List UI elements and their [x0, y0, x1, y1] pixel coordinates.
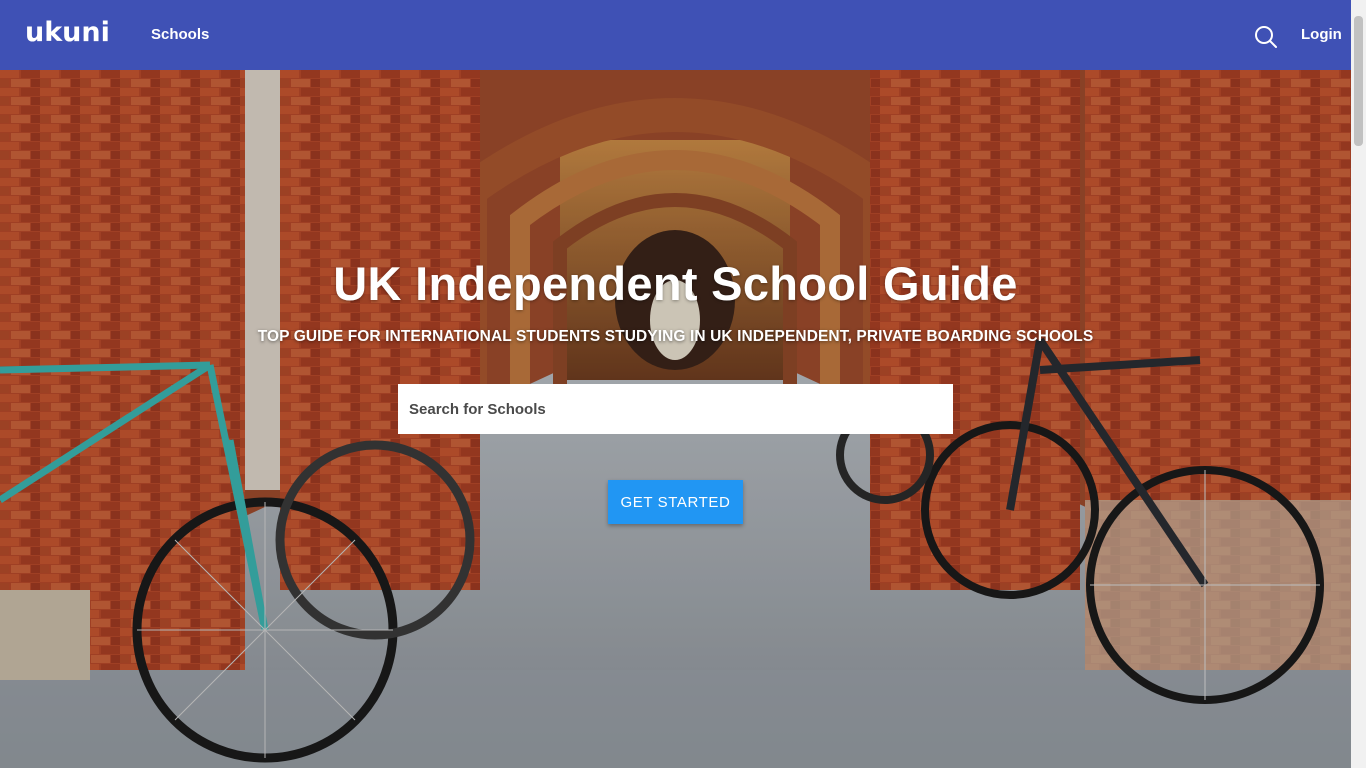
- search-icon[interactable]: [1254, 25, 1278, 49]
- hero-title: UK Independent School Guide: [333, 257, 1018, 310]
- school-search-input[interactable]: [398, 384, 953, 434]
- top-navbar: ukuni Schools Login: [0, 0, 1351, 70]
- login-link[interactable]: Login: [1301, 26, 1342, 43]
- nav-link-schools[interactable]: Schools: [151, 26, 209, 43]
- page-scrollbar[interactable]: [1351, 0, 1366, 768]
- logo[interactable]: ukuni: [25, 16, 110, 48]
- logo-text: ukuni: [25, 17, 110, 48]
- hero-section: UK Independent School Guide TOP GUIDE FO…: [0, 70, 1351, 768]
- hero-content: UK Independent School Guide TOP GUIDE FO…: [0, 70, 1351, 768]
- page: ukuni Schools Login UK Independent Schoo…: [0, 0, 1366, 768]
- scrollbar-thumb[interactable]: [1354, 16, 1363, 146]
- hero-subtitle: TOP GUIDE FOR INTERNATIONAL STUDENTS STU…: [257, 328, 1094, 345]
- get-started-button[interactable]: GET STARTED: [608, 480, 743, 524]
